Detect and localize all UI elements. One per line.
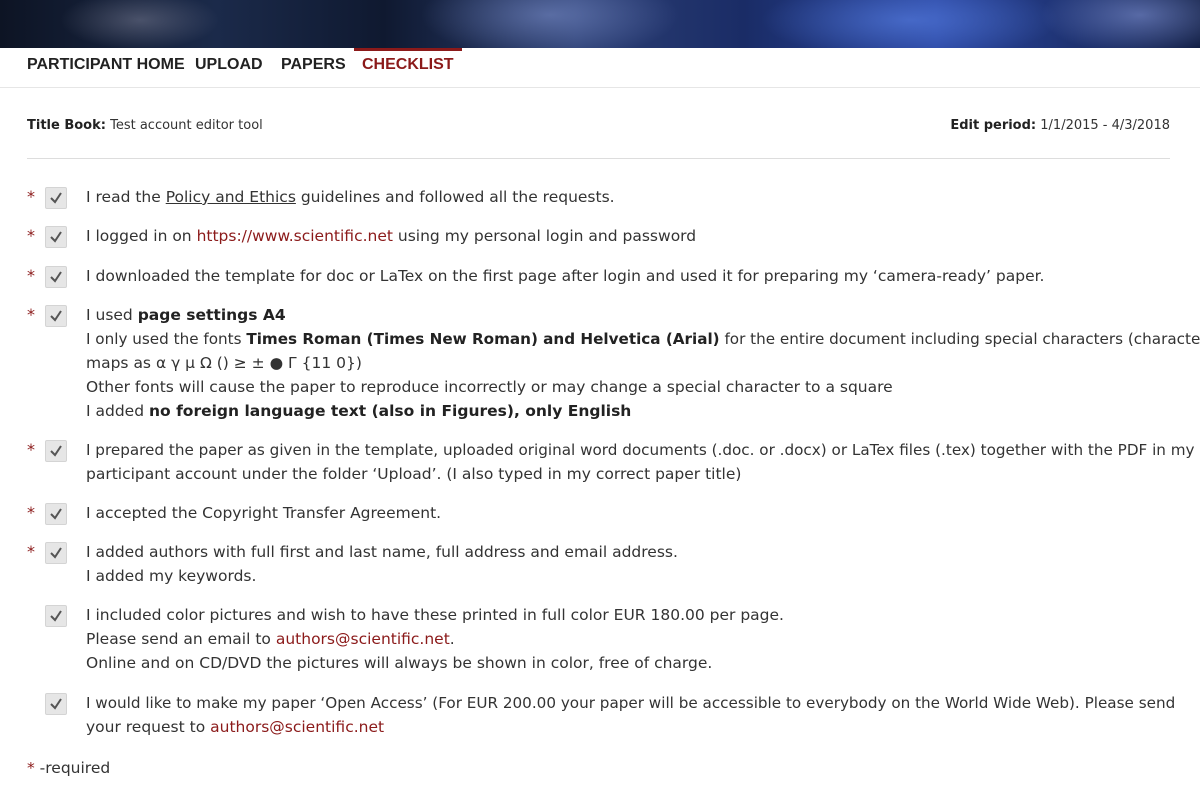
text-part: for the entire document including specia… xyxy=(719,330,1200,348)
text-line: I prepared the paper as given in the tem… xyxy=(86,441,1195,459)
text-line: I accepted the Copyright Transfer Agreem… xyxy=(86,504,442,522)
required-star: * xyxy=(27,759,35,777)
checkmark-icon xyxy=(50,192,62,204)
text-part: I added xyxy=(86,402,149,420)
checklist-text: I added authors with full first and last… xyxy=(86,540,1171,588)
title-book-label: Title Book: xyxy=(27,118,106,133)
required-star: * xyxy=(27,440,35,459)
required-star: * xyxy=(27,503,35,522)
text-line: Online and on CD/DVD the pictures will a… xyxy=(86,654,713,672)
nav-papers[interactable]: PAPERS xyxy=(281,48,346,88)
text-line: I added authors with full first and last… xyxy=(86,543,678,561)
checkmark-icon xyxy=(50,271,62,283)
required-star: * xyxy=(27,266,35,285)
checkmark-icon xyxy=(50,610,62,622)
text-bold: no foreign language text (also in Figure… xyxy=(148,402,632,420)
checklist-text: I downloaded the template for doc or LaT… xyxy=(86,264,1171,288)
text-bold: Times Roman (Times New Roman) and Helvet… xyxy=(246,330,720,348)
scientific-site-link[interactable]: https://www.scientific.net xyxy=(197,227,393,245)
nav-checklist[interactable]: CHECKLIST xyxy=(354,48,462,88)
checkmark-icon xyxy=(50,698,62,710)
checkmark-icon xyxy=(50,508,62,520)
title-book-value: Test account editor tool xyxy=(110,118,263,133)
header-banner xyxy=(0,0,1200,48)
checkbox-copyright[interactable] xyxy=(45,503,67,525)
checklist-text: I prepared the paper as given in the tem… xyxy=(86,438,1195,486)
nav-upload[interactable]: UPLOAD xyxy=(195,48,263,88)
text-line: I added my keywords. xyxy=(86,567,257,585)
checkbox-fonts[interactable] xyxy=(45,305,67,327)
checkbox-open-access[interactable] xyxy=(45,693,67,715)
edit-period-value: 1/1/2015 - 4/3/2018 xyxy=(1040,118,1170,133)
authors-email-link[interactable]: authors@scientific.net xyxy=(276,630,450,648)
checklist-text: I accepted the Copyright Transfer Agreem… xyxy=(86,501,1171,525)
required-star: * xyxy=(27,305,35,324)
text-part: using my personal login and password xyxy=(392,227,697,245)
checkmark-icon xyxy=(50,310,62,322)
checkbox-authors[interactable] xyxy=(45,542,67,564)
required-star: * xyxy=(27,187,35,206)
text-part: your request to xyxy=(86,718,211,736)
required-star: * xyxy=(27,542,35,561)
authors-email-link[interactable]: authors@scientific.net xyxy=(210,718,384,736)
text-part: Please send an email to xyxy=(86,630,276,648)
edit-period-info: Edit period: 1/1/2015 - 4/3/2018 xyxy=(950,118,1170,133)
checkbox-upload[interactable] xyxy=(45,440,67,462)
checkmark-icon xyxy=(50,445,62,457)
checklist-text: I would like to make my paper ‘Open Acce… xyxy=(86,691,1176,739)
checklist-text: I logged in on https://www.scientific.ne… xyxy=(86,224,1171,248)
text-line: maps as α γ μ Ω () ≥ ± ● Γ {11 0}) xyxy=(86,354,362,372)
required-star: * xyxy=(27,226,35,245)
text-part: I only used the fonts xyxy=(86,330,247,348)
checkbox-color[interactable] xyxy=(45,605,67,627)
checkbox-policy[interactable] xyxy=(45,187,67,209)
nav-participant-home[interactable]: PARTICIPANT HOME xyxy=(27,48,185,88)
checkmark-icon xyxy=(50,231,62,243)
checklist-text: I included color pictures and wish to ha… xyxy=(86,603,1171,675)
checkbox-login[interactable] xyxy=(45,226,67,248)
checklist-text: I used page settings A4 I only used the … xyxy=(86,303,1200,423)
text-line: I would like to make my paper ‘Open Acce… xyxy=(86,694,1176,712)
text-part: I logged in on xyxy=(86,227,197,245)
title-book-info: Title Book: Test account editor tool xyxy=(27,118,263,133)
policy-ethics-link[interactable]: Policy and Ethics xyxy=(166,188,296,206)
text-line: I downloaded the template for doc or LaT… xyxy=(86,267,1045,285)
text-part: I used xyxy=(86,306,138,324)
checkmark-icon xyxy=(50,547,62,559)
text-part: guidelines and followed all the requests… xyxy=(295,188,615,206)
text-line: participant account under the folder ‘Up… xyxy=(86,465,742,483)
edit-period-label: Edit period: xyxy=(950,118,1037,133)
text-bold: page settings A4 xyxy=(137,306,286,324)
required-note: -required xyxy=(34,759,111,777)
text-line: Other fonts will cause the paper to repr… xyxy=(86,378,893,396)
text-part: . xyxy=(449,630,455,648)
required-footnote: * -required xyxy=(27,756,110,780)
checklist-text: I read the Policy and Ethics guidelines … xyxy=(86,185,1171,209)
text-part: I read the xyxy=(86,188,166,206)
divider xyxy=(27,158,1170,159)
text-line: I included color pictures and wish to ha… xyxy=(86,606,784,624)
main-nav: PARTICIPANT HOME UPLOAD PAPERS CHECKLIST xyxy=(0,48,1200,88)
checkbox-template[interactable] xyxy=(45,266,67,288)
